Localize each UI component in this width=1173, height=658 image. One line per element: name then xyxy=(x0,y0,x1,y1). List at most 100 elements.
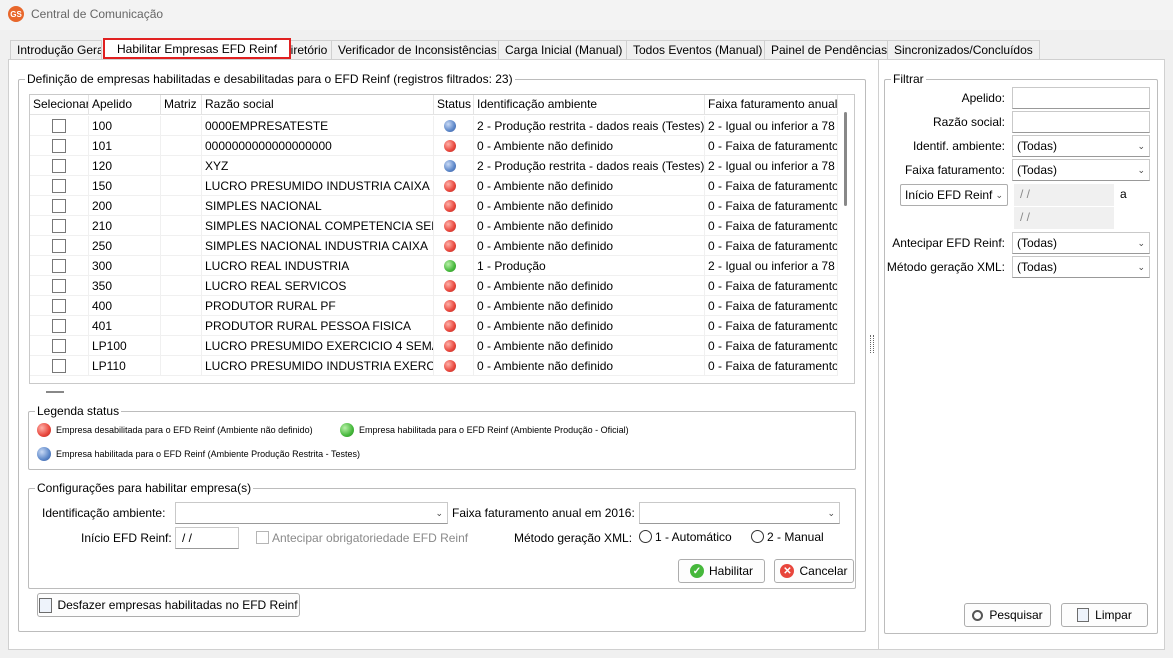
tab-verificador[interactable]: Verificador de Inconsistências xyxy=(331,40,504,59)
desfazer-label: Desfazer empresas habilitadas no EFD Rei… xyxy=(57,598,298,612)
filter-razao-input[interactable] xyxy=(1012,111,1150,133)
select-cell[interactable] xyxy=(30,336,89,356)
table-row[interactable]: 150 LUCRO PRESUMIDO INDUSTRIA CAIXA 0 - Am… xyxy=(30,176,838,196)
filter-date-to[interactable]: / / xyxy=(1014,207,1114,229)
table-row[interactable]: 100 0000EMPRESATESTE 2 - Produção restrita… xyxy=(30,116,838,136)
select-checkbox[interactable] xyxy=(52,239,66,253)
tab-introducao-geral[interactable]: Introdução Geral xyxy=(10,40,102,59)
radio-manual[interactable] xyxy=(751,530,764,543)
faixa-cell: 0 - Faixa de faturamento não definida xyxy=(705,336,838,356)
select-checkbox[interactable] xyxy=(52,159,66,173)
select-cell[interactable] xyxy=(30,116,89,136)
table-row[interactable]: LP110 LUCRO PRESUMIDO INDUSTRIA EXERCICIO… xyxy=(30,356,838,376)
table-row[interactable]: 120 XYZ 2 - Produção restrita - dados reai… xyxy=(30,156,838,176)
col-status[interactable]: Status xyxy=(434,95,474,115)
select-cell[interactable] xyxy=(30,176,89,196)
status-cell xyxy=(434,156,474,176)
select-checkbox[interactable] xyxy=(52,219,66,233)
filter-apelido-label: Apelido: xyxy=(961,91,1005,105)
grid-scroll-thumb[interactable] xyxy=(844,112,847,206)
ambiente-cell: 0 - Ambiente não definido xyxy=(474,136,705,156)
table-row[interactable]: LP100 LUCRO PRESUMIDO EXERCICIO 4 SEMANAS… xyxy=(30,336,838,356)
select-cell[interactable] xyxy=(30,136,89,156)
panel-splitter[interactable] xyxy=(870,335,874,353)
select-checkbox[interactable] xyxy=(52,259,66,273)
select-checkbox[interactable] xyxy=(52,359,66,373)
table-row[interactable]: 101 0000000000000000000 0 - Ambiente não d… xyxy=(30,136,838,156)
status-cell xyxy=(434,256,474,276)
matriz-cell xyxy=(161,156,202,176)
col-matriz[interactable]: Matriz xyxy=(161,95,202,115)
select-cell[interactable] xyxy=(30,356,89,376)
table-row[interactable]: 250 SIMPLES NACIONAL INDUSTRIA CAIXA 0 - A… xyxy=(30,236,838,256)
filter-apelido-input[interactable] xyxy=(1012,87,1150,109)
matriz-cell xyxy=(161,116,202,136)
chevron-down-icon: ⌄ xyxy=(1137,262,1145,272)
tab-painel-pendencias[interactable]: Painel de Pendências xyxy=(764,40,895,59)
antecipar-checkbox[interactable] xyxy=(256,531,269,544)
select-checkbox[interactable] xyxy=(52,199,66,213)
col-faixa-faturamento[interactable]: Faixa faturamento anual xyxy=(705,95,838,115)
ambiente-cell: 0 - Ambiente não definido xyxy=(474,216,705,236)
select-checkbox[interactable] xyxy=(52,339,66,353)
cancelar-button[interactable]: ✕ Cancelar xyxy=(774,559,854,583)
habilitar-label: Habilitar xyxy=(708,564,753,578)
table-row[interactable]: 300 LUCRO REAL INDUSTRIA 1 - Produção 2 - I… xyxy=(30,256,838,276)
tab-carga-inicial[interactable]: Carga Inicial (Manual) xyxy=(498,40,630,59)
select-cell[interactable] xyxy=(30,156,89,176)
filter-metodo-select[interactable]: (Todas) ⌄ xyxy=(1012,256,1150,278)
table-row[interactable]: 400 PRODUTOR RURAL PF 0 - Ambiente não def… xyxy=(30,296,838,316)
limpar-button[interactable]: Limpar xyxy=(1061,603,1148,627)
table-row[interactable]: 401 PRODUTOR RURAL PESSOA FISICA 0 - Ambie… xyxy=(30,316,838,336)
desfazer-button[interactable]: Desfazer empresas habilitadas no EFD Rei… xyxy=(37,593,300,617)
col-apelido[interactable]: Apelido xyxy=(89,95,161,115)
select-checkbox[interactable] xyxy=(52,319,66,333)
status-cell xyxy=(434,196,474,216)
razao-social-cell: LUCRO PRESUMIDO EXERCICIO 4 SEMANAS xyxy=(202,336,434,356)
select-cell[interactable] xyxy=(30,316,89,336)
select-checkbox[interactable] xyxy=(52,179,66,193)
table-row[interactable]: 200 SIMPLES NACIONAL 0 - Ambiente não defi… xyxy=(30,196,838,216)
legend-green-label: Empresa habilitada para o EFD Reinf (Amb… xyxy=(359,425,629,435)
tab-todos-eventos[interactable]: Todos Eventos (Manual) xyxy=(626,40,770,59)
col-identificacao-ambiente[interactable]: Identificação ambiente xyxy=(474,95,705,115)
select-cell[interactable] xyxy=(30,276,89,296)
radio-automatico[interactable] xyxy=(639,530,652,543)
chevron-down-icon: ⌄ xyxy=(1137,165,1145,175)
faixa-cell: 0 - Faixa de faturamento não definida xyxy=(705,356,838,376)
config-ident-select[interactable]: ⌄ xyxy=(175,502,448,524)
razao-social-cell: 0000EMPRESATESTE xyxy=(202,116,434,136)
grid-horizontal-scroll-thumb[interactable] xyxy=(46,391,64,393)
status-cell xyxy=(434,176,474,196)
select-cell[interactable] xyxy=(30,256,89,276)
select-cell[interactable] xyxy=(30,296,89,316)
filter-antecipar-select[interactable]: (Todas) ⌄ xyxy=(1012,232,1150,254)
config-faixa-select[interactable]: ⌄ xyxy=(639,502,840,524)
col-selecionar[interactable]: Selecionar xyxy=(30,95,89,115)
razao-social-cell: SIMPLES NACIONAL COMPETENCIA SERVICOS xyxy=(202,216,434,236)
select-checkbox[interactable] xyxy=(52,139,66,153)
select-cell[interactable] xyxy=(30,196,89,216)
pesquisar-button[interactable]: Pesquisar xyxy=(964,603,1051,627)
select-cell[interactable] xyxy=(30,236,89,256)
filter-ident-select[interactable]: (Todas) ⌄ xyxy=(1012,135,1150,157)
select-cell[interactable] xyxy=(30,216,89,236)
table-row[interactable]: 210 SIMPLES NACIONAL COMPETENCIA SERVICOS… xyxy=(30,216,838,236)
red-status-icon xyxy=(444,340,456,352)
col-razao-social[interactable]: Razão social xyxy=(202,95,434,115)
faixa-cell: 0 - Faixa de faturamento não definida xyxy=(705,316,838,336)
config-inicio-input[interactable]: / / xyxy=(175,527,239,549)
filter-faixa-select[interactable]: (Todas) ⌄ xyxy=(1012,159,1150,181)
faixa-cell: 0 - Faixa de faturamento não definida xyxy=(705,276,838,296)
select-checkbox[interactable] xyxy=(52,279,66,293)
tab-sincronizados[interactable]: Sincronizados/Concluídos xyxy=(887,40,1040,59)
habilitar-button[interactable]: ✓ Habilitar xyxy=(678,559,765,583)
chevron-down-icon: ⌄ xyxy=(1137,238,1145,248)
eraser-icon xyxy=(1077,608,1090,622)
tab-habilitar-empresas[interactable]: Habilitar Empresas EFD Reinf xyxy=(103,38,292,59)
select-checkbox[interactable] xyxy=(52,299,66,313)
select-checkbox[interactable] xyxy=(52,119,66,133)
filter-date-from[interactable]: / / xyxy=(1014,184,1114,206)
table-row[interactable]: 350 LUCRO REAL SERVICOS 0 - Ambiente não d… xyxy=(30,276,838,296)
filter-date-type-select[interactable]: Início EFD Reinf ⌄ xyxy=(900,184,1008,206)
